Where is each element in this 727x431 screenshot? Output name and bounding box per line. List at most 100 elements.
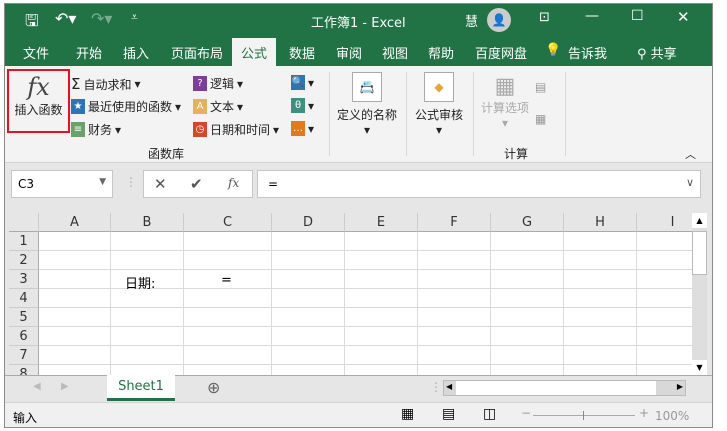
zoom-slider-thumb[interactable] [583,411,584,420]
tab-baidu[interactable]: 百度网盘 [475,43,527,62]
ribbon: fx 插入函数 Σ 自动求和 ▾ ★ 最近使用的函数 ▾ ≡ 财务 ▾ ? 逻辑 ▾ A 文本 ▾… [5,66,712,163]
gridline [271,232,272,375]
ribbon-tabs: 文件 开始 插入 页面布局 公式 数据 审阅 视图 帮助 百度网盘 💡 告诉我 … [5,36,712,66]
tell-me[interactable]: 告诉我 [568,43,607,62]
cell-b3[interactable]: 日期: [125,273,155,292]
prev-sheet-icon[interactable]: ◀ [33,381,41,392]
column-header[interactable]: B [111,213,184,232]
tab-view[interactable]: 视图 [382,43,408,62]
recent-functions-button[interactable]: ★ 最近使用的函数 ▾ [71,98,181,115]
tab-formulas[interactable]: 公式 [232,38,277,66]
page-break-view-icon[interactable]: ◫ [483,406,496,422]
row-header[interactable]: 2 [9,251,39,270]
next-sheet-icon[interactable]: ▶ [61,381,69,392]
zoom-in-button[interactable]: + [639,406,649,420]
normal-view-icon[interactable]: ▦ [401,406,414,422]
fx-icon: fx [27,73,50,101]
scroll-up-icon[interactable]: ▲ [692,213,707,228]
redo-icon[interactable]: ↷▾ [91,9,112,28]
tab-home[interactable]: 开始 [76,43,102,62]
scroll-right-icon[interactable]: ▶ [677,382,683,391]
row-header[interactable]: 8 [9,365,39,375]
close-button[interactable]: ✕ [677,8,690,26]
select-all-corner[interactable] [9,213,39,232]
calc-now-icon[interactable]: ▤ [535,80,546,94]
tab-insert[interactable]: 插入 [123,43,149,62]
lookup-button[interactable]: 🔍 ▾ [291,75,314,90]
autosum-button[interactable]: Σ 自动求和 ▾ [71,75,141,93]
gridline [39,364,692,365]
share-button[interactable]: ⚲ 共享 [637,43,677,62]
lightbulb-icon: 💡 [545,43,562,58]
column-header[interactable]: D [272,213,345,232]
drag-handle[interactable]: ⋮ [430,380,442,394]
column-header[interactable]: C [184,213,272,232]
horizontal-scrollbar[interactable]: ◀ ▶ [443,380,686,396]
column-header[interactable]: F [418,213,491,232]
name-manager-icon: 📇 [352,72,382,102]
tab-review[interactable]: 审阅 [336,43,362,62]
expand-formula-icon[interactable]: ∨ [686,176,694,189]
cancel-icon[interactable]: ✕ [154,175,167,193]
zoom-level[interactable]: 100% [655,409,689,423]
math-button[interactable]: θ ▾ [291,98,314,113]
scroll-left-icon[interactable]: ◀ [446,382,452,391]
tab-data[interactable]: 数据 [289,43,315,62]
defined-names-button[interactable]: 📇 定义的名称 ▾ [335,72,399,137]
worksheet-grid[interactable]: A B C D E F G H I 1 2 3 4 5 6 7 8 日期: = [9,213,692,375]
cell-c3[interactable]: = [221,273,232,288]
datetime-button[interactable]: ◷ 日期和时间 ▾ [193,121,279,138]
scroll-down-icon[interactable]: ▼ [692,360,707,375]
calc-options-button[interactable]: ▦ 计算选项 ▾ [477,74,533,130]
formula-input[interactable]: = ∨ [257,170,701,198]
row-header[interactable]: 3 [9,270,39,289]
save-icon[interactable]: 🖫 [25,10,39,37]
row-header[interactable]: 4 [9,289,39,308]
undo-icon[interactable]: ↶▾ [55,9,76,28]
vertical-scrollbar[interactable]: ▲ ▼ [692,213,707,375]
logical-button[interactable]: ? 逻辑 ▾ [193,75,243,92]
zoom-slider[interactable] [533,411,635,420]
gridline [39,307,692,308]
insert-function-button[interactable]: fx 插入函数 [7,69,70,133]
tab-help[interactable]: 帮助 [428,43,454,62]
row-header[interactable]: 6 [9,327,39,346]
text-label: 文本 [210,100,235,114]
column-header[interactable]: E [345,213,418,232]
row-header[interactable]: 7 [9,346,39,365]
maximize-button[interactable]: ☐ [631,8,644,24]
column-header[interactable]: I [637,213,692,232]
drag-handle[interactable]: ⋮ [125,175,137,189]
collapse-ribbon-icon[interactable]: ︿ [685,146,696,162]
logical-icon: ? [193,76,207,91]
zoom-out-button[interactable]: − [521,406,531,420]
clock-icon: ◷ [193,122,207,137]
add-sheet-icon[interactable]: ⊕ [207,378,220,397]
name-box[interactable]: C3 ▼ [11,170,113,198]
tab-page-layout[interactable]: 页面布局 [171,43,223,62]
page-layout-view-icon[interactable]: ▤ [442,406,455,422]
sheet-tab-bar: ◀ ▶ Sheet1 ⊕ ⋮ ◀ ▶ [5,375,712,402]
ribbon-display-icon[interactable]: ⊡ [539,10,550,25]
column-header[interactable]: G [491,213,564,232]
scroll-thumb[interactable] [692,231,707,275]
avatar[interactable]: 👤 [487,8,511,32]
financial-button[interactable]: ≡ 财务 ▾ [71,121,121,138]
more-functions-button[interactable]: … ▾ [291,121,314,136]
enter-check-icon[interactable]: ✔ [190,175,203,193]
sheet-tab-sheet1[interactable]: Sheet1 [107,375,175,401]
column-header[interactable]: A [39,213,111,232]
formula-auditing-button[interactable]: ◆ 公式审核 ▾ [411,72,467,137]
calc-sheet-icon[interactable]: ▦ [535,112,546,126]
h-scroll-thumb[interactable] [456,381,656,395]
insert-function-icon[interactable]: fx [228,176,239,190]
customize-qat-icon[interactable]: ⩡ [131,10,138,25]
text-button[interactable]: A 文本 ▾ [193,98,243,115]
text-icon: A [193,99,207,114]
recent-label: 最近使用的函数 [88,100,173,114]
column-header[interactable]: H [564,213,637,232]
row-header[interactable]: 5 [9,308,39,327]
tab-file[interactable]: 文件 [23,43,49,62]
row-header[interactable]: 1 [9,232,39,251]
minimize-button[interactable]: — [585,8,599,24]
